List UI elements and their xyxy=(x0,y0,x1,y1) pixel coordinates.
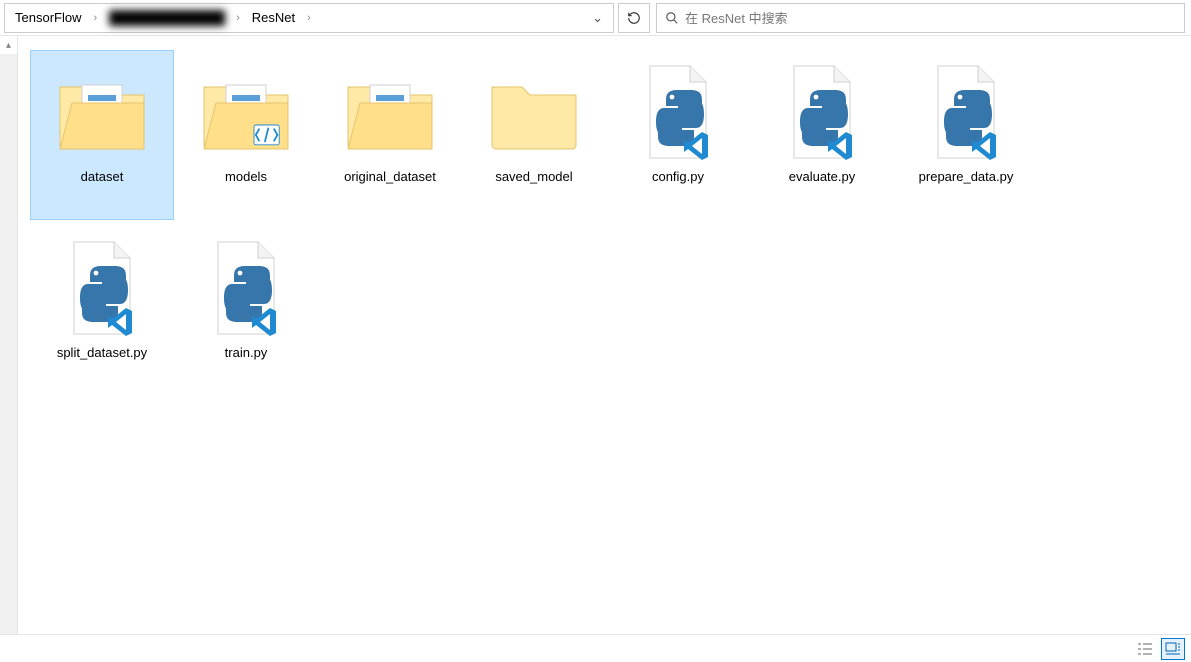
refresh-icon xyxy=(627,11,641,25)
file-item[interactable]: config.py xyxy=(606,50,750,220)
file-item[interactable]: evaluate.py xyxy=(750,50,894,220)
item-label: split_dataset.py xyxy=(57,345,147,361)
item-label: config.py xyxy=(652,169,704,185)
status-bar xyxy=(0,634,1191,662)
view-details-button[interactable] xyxy=(1133,638,1157,660)
chevron-icon: › xyxy=(91,12,99,24)
crumb-1[interactable]: ██████████████ xyxy=(103,8,230,27)
python-file-icon xyxy=(911,57,1021,167)
item-label: saved_model xyxy=(495,169,572,185)
search-input[interactable]: 在 ResNet 中搜索 xyxy=(656,3,1185,33)
file-item[interactable]: prepare_data.py xyxy=(894,50,1038,220)
folder-icon xyxy=(191,57,301,167)
python-file-icon xyxy=(623,57,733,167)
folder-item[interactable]: models xyxy=(174,50,318,220)
search-placeholder: 在 ResNet 中搜索 xyxy=(685,8,788,27)
details-view-icon xyxy=(1137,642,1153,656)
item-label: models xyxy=(225,169,267,185)
chevron-icon: › xyxy=(234,12,242,24)
file-grid[interactable]: dataset models original_dataset saved_model… xyxy=(18,36,1191,634)
folder-item[interactable]: original_dataset xyxy=(318,50,462,220)
python-file-icon xyxy=(47,233,157,343)
item-label: dataset xyxy=(81,169,124,185)
file-item[interactable]: split_dataset.py xyxy=(30,226,174,396)
view-large-icons-button[interactable] xyxy=(1161,638,1185,660)
folder-icon xyxy=(479,57,589,167)
folder-item[interactable]: saved_model xyxy=(462,50,606,220)
crumb-2[interactable]: ResNet xyxy=(246,8,301,27)
item-label: train.py xyxy=(225,345,268,361)
breadcrumb-dropdown[interactable]: ⌄ xyxy=(586,8,609,28)
crumb-0[interactable]: TensorFlow xyxy=(9,8,87,27)
large-icons-view-icon xyxy=(1165,642,1181,656)
python-file-icon xyxy=(191,233,301,343)
python-file-icon xyxy=(767,57,877,167)
folder-icon xyxy=(335,57,445,167)
breadcrumb[interactable]: TensorFlow › ██████████████ › ResNet › ⌄ xyxy=(4,3,614,33)
file-item[interactable]: train.py xyxy=(174,226,318,396)
item-label: prepare_data.py xyxy=(919,169,1014,185)
folder-icon xyxy=(47,57,157,167)
refresh-button[interactable] xyxy=(618,3,650,33)
chevron-icon: › xyxy=(305,12,313,24)
scroll-track[interactable] xyxy=(0,54,17,634)
item-label: original_dataset xyxy=(344,169,436,185)
search-icon xyxy=(665,11,679,25)
scroll-up-icon[interactable]: ▴ xyxy=(0,36,17,54)
vertical-scrollbar[interactable]: ▴ xyxy=(0,36,18,634)
folder-item[interactable]: dataset xyxy=(30,50,174,220)
item-label: evaluate.py xyxy=(789,169,856,185)
